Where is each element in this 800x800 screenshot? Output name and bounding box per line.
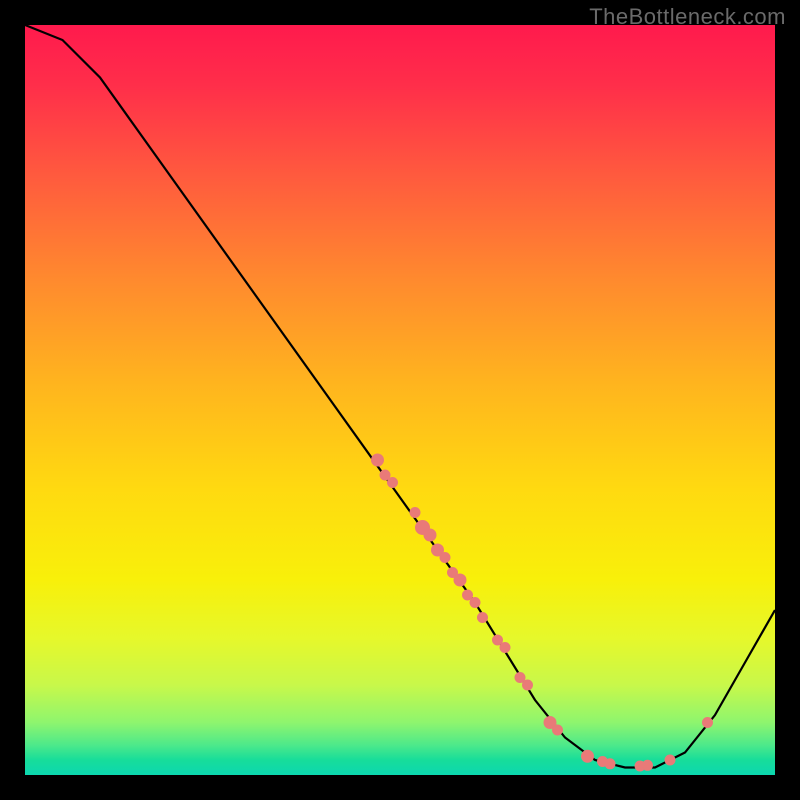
watermark-text: TheBottleneck.com [589,4,786,30]
chart-background-gradient [25,25,775,775]
